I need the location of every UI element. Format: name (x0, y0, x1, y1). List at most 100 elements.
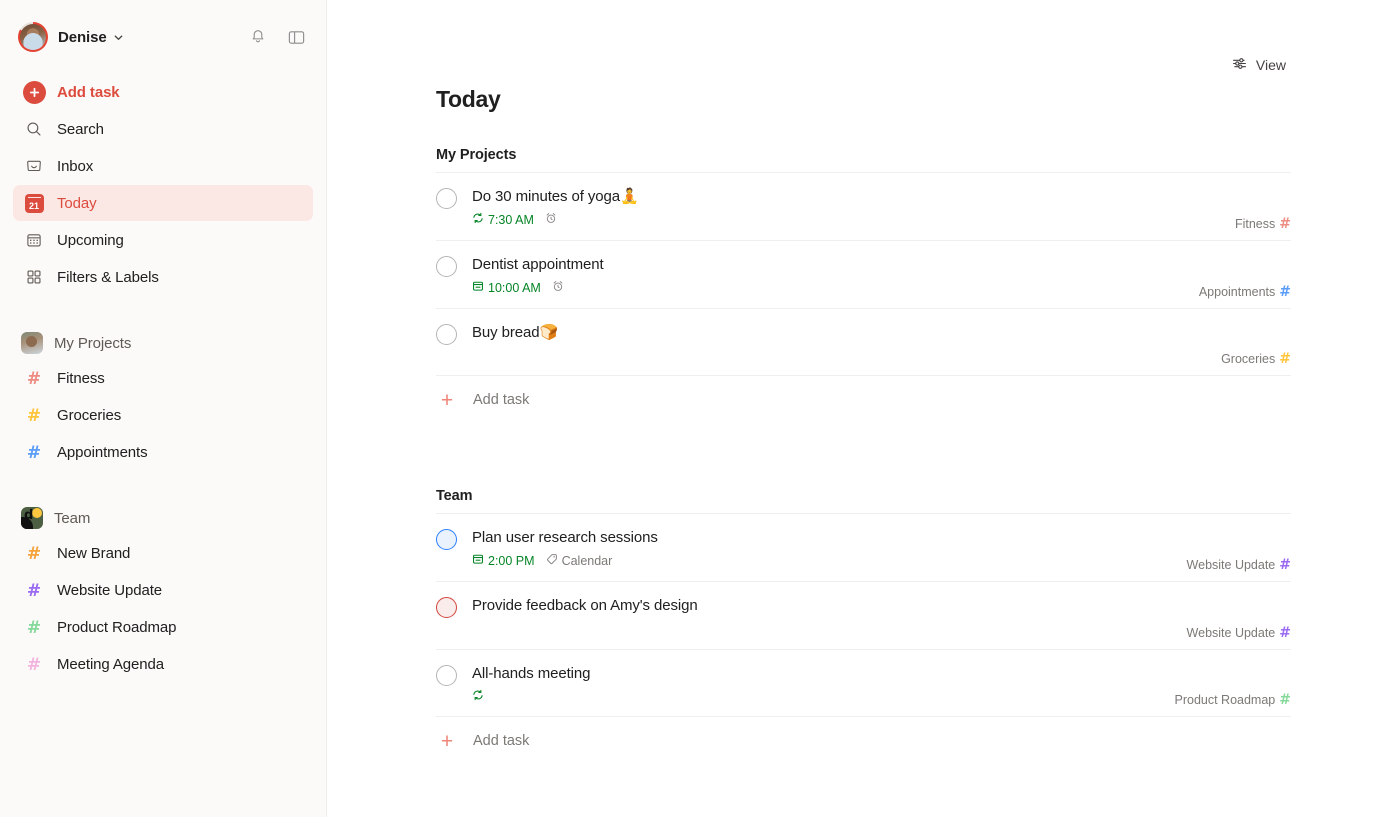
task-title-wrap: Plan user research sessions (472, 528, 1291, 547)
task-meta: 7:30 AM (472, 211, 1291, 228)
user-name[interactable]: Denise (58, 29, 107, 46)
task-checkbox[interactable] (436, 256, 457, 277)
hash-icon: # (1279, 625, 1291, 641)
task-title: Dentist appointment (472, 256, 604, 273)
filters-labels-icon (21, 264, 47, 290)
task-row[interactable]: Do 30 minutes of yoga🧘 7:30 AM Fitness # (436, 172, 1291, 240)
panel-layout-icon[interactable] (282, 23, 310, 51)
label-tag-icon (546, 553, 558, 568)
task-due-date[interactable]: 2:00 PM (472, 553, 535, 568)
sidebar-project-fitness[interactable]: # Fitness (13, 360, 313, 397)
hash-icon: # (26, 405, 42, 426)
task-checkbox[interactable] (436, 188, 457, 209)
task-project-tag[interactable]: Website Update # (1187, 625, 1291, 641)
add-task-label: Add task (473, 392, 530, 408)
task-project-tag[interactable]: Fitness # (1235, 216, 1291, 232)
recurring-icon (472, 689, 484, 704)
chevron-down-icon[interactable] (113, 32, 124, 43)
project-label: Groceries (57, 407, 122, 424)
task-meta: 10:00 AM (472, 279, 1291, 296)
avatar[interactable] (18, 22, 48, 52)
project-label: Fitness (57, 370, 105, 387)
sidebar-project-new-brand[interactable]: # New Brand (13, 535, 313, 572)
sidebar-project-product-roadmap[interactable]: # Product Roadmap (13, 609, 313, 646)
plus-circle-icon (21, 79, 47, 105)
sidebar: Denise Add task Search Inbox 21 Today Up… (0, 0, 327, 817)
sidebar-item-today[interactable]: 21 Today (13, 185, 313, 221)
app-root: Denise Add task Search Inbox 21 Today Up… (0, 0, 1400, 817)
task-due-text: 7:30 AM (488, 212, 534, 227)
hash-icon: # (1279, 351, 1291, 367)
sidebar-item-upcoming[interactable]: Upcoming (13, 222, 313, 258)
sidebar-item-label: Add task (57, 83, 120, 101)
add-task-button[interactable]: + Add task (436, 376, 1291, 424)
sidebar-item-search[interactable]: Search (13, 111, 313, 147)
task-row[interactable]: Provide feedback on Amy's design Website… (436, 581, 1291, 649)
workspace-team[interactable]: d Team (13, 501, 313, 535)
hash-icon: # (1279, 216, 1291, 232)
sidebar-project-appointments[interactable]: # Appointments (13, 434, 313, 471)
task-row[interactable]: Buy bread🍞 Groceries # (436, 308, 1291, 376)
my-projects-avatar-icon (21, 332, 43, 354)
sidebar-project-website-update[interactable]: # Website Update (13, 572, 313, 609)
task-due-text: 10:00 AM (488, 280, 541, 295)
task-title: Provide feedback on Amy's design (472, 597, 698, 614)
view-button[interactable]: View (1226, 52, 1291, 78)
task-project-label: Groceries (1221, 352, 1276, 366)
workspace-my-projects[interactable]: My Projects (13, 326, 313, 360)
task-project-tag[interactable]: Website Update # (1187, 557, 1291, 573)
hash-icon: # (26, 617, 42, 638)
alarm-clock-icon (552, 280, 564, 295)
task-row[interactable]: Plan user research sessions 2:00 PM Cale… (436, 513, 1291, 581)
hash-icon: # (26, 580, 42, 601)
task-reminder (552, 280, 564, 295)
task-due-date[interactable]: 10:00 AM (472, 280, 541, 295)
calendar-grid-icon (21, 227, 47, 253)
task-title-wrap: Provide feedback on Amy's design (472, 596, 1291, 615)
workspace-label: My Projects (54, 334, 132, 352)
task-project-tag[interactable]: Appointments # (1199, 284, 1291, 300)
task-emoji: 🧘 (620, 187, 639, 205)
sidebar-project-groceries[interactable]: # Groceries (13, 397, 313, 434)
sidebar-project-meeting-agenda[interactable]: # Meeting Agenda (13, 646, 313, 683)
task-project-tag[interactable]: Groceries # (1221, 351, 1291, 367)
hash-icon: # (26, 442, 42, 463)
task-project-label: Fitness (1234, 217, 1276, 231)
main-content: View Today My Projects Do 30 minutes of … (327, 0, 1400, 817)
task-title: All-hands meeting (472, 665, 591, 682)
view-button-label: View (1255, 57, 1286, 73)
sidebar-divider-gap (0, 296, 326, 326)
task-checkbox[interactable] (436, 529, 457, 550)
calendar-icon (472, 553, 484, 568)
project-label: Meeting Agenda (57, 656, 165, 673)
task-label-text: Calendar (561, 553, 613, 568)
task-title: Do 30 minutes of yoga (472, 188, 620, 205)
task-due-date[interactable]: 7:30 AM (472, 212, 534, 227)
sidebar-divider-gap-2 (0, 471, 326, 501)
task-row[interactable]: Dentist appointment 10:00 AM Appointment… (436, 240, 1291, 308)
task-project-tag[interactable]: Product Roadmap # (1175, 692, 1292, 708)
task-emoji: 🍞 (539, 323, 559, 341)
task-project-label: Product Roadmap (1174, 693, 1276, 707)
team-workspace-icon: d (21, 507, 43, 529)
task-label[interactable]: Calendar (546, 553, 613, 568)
sidebar-item-label: Filters & Labels (57, 268, 159, 286)
sidebar-item-inbox[interactable]: Inbox (13, 148, 313, 184)
sidebar-item-filters-labels[interactable]: Filters & Labels (13, 259, 313, 295)
recurring-icon (472, 212, 484, 227)
add-task-button[interactable]: + Add task (436, 717, 1291, 765)
search-icon (21, 116, 47, 142)
task-checkbox[interactable] (436, 324, 457, 345)
task-row[interactable]: All-hands meeting Product Roadmap # (436, 649, 1291, 717)
task-checkbox[interactable] (436, 665, 457, 686)
sidebar-nav: Add task Search Inbox 21 Today Upcoming … (0, 74, 326, 295)
task-due-date[interactable] (472, 689, 488, 704)
sidebar-item-label: Inbox (57, 157, 94, 175)
workspace-label: Team (54, 509, 91, 527)
bell-icon[interactable] (244, 23, 272, 51)
sidebar-item-add-task[interactable]: Add task (13, 74, 313, 110)
task-checkbox[interactable] (436, 597, 457, 618)
plus-icon: + (440, 388, 454, 412)
task-title-wrap: Do 30 minutes of yoga🧘 (472, 187, 1291, 206)
